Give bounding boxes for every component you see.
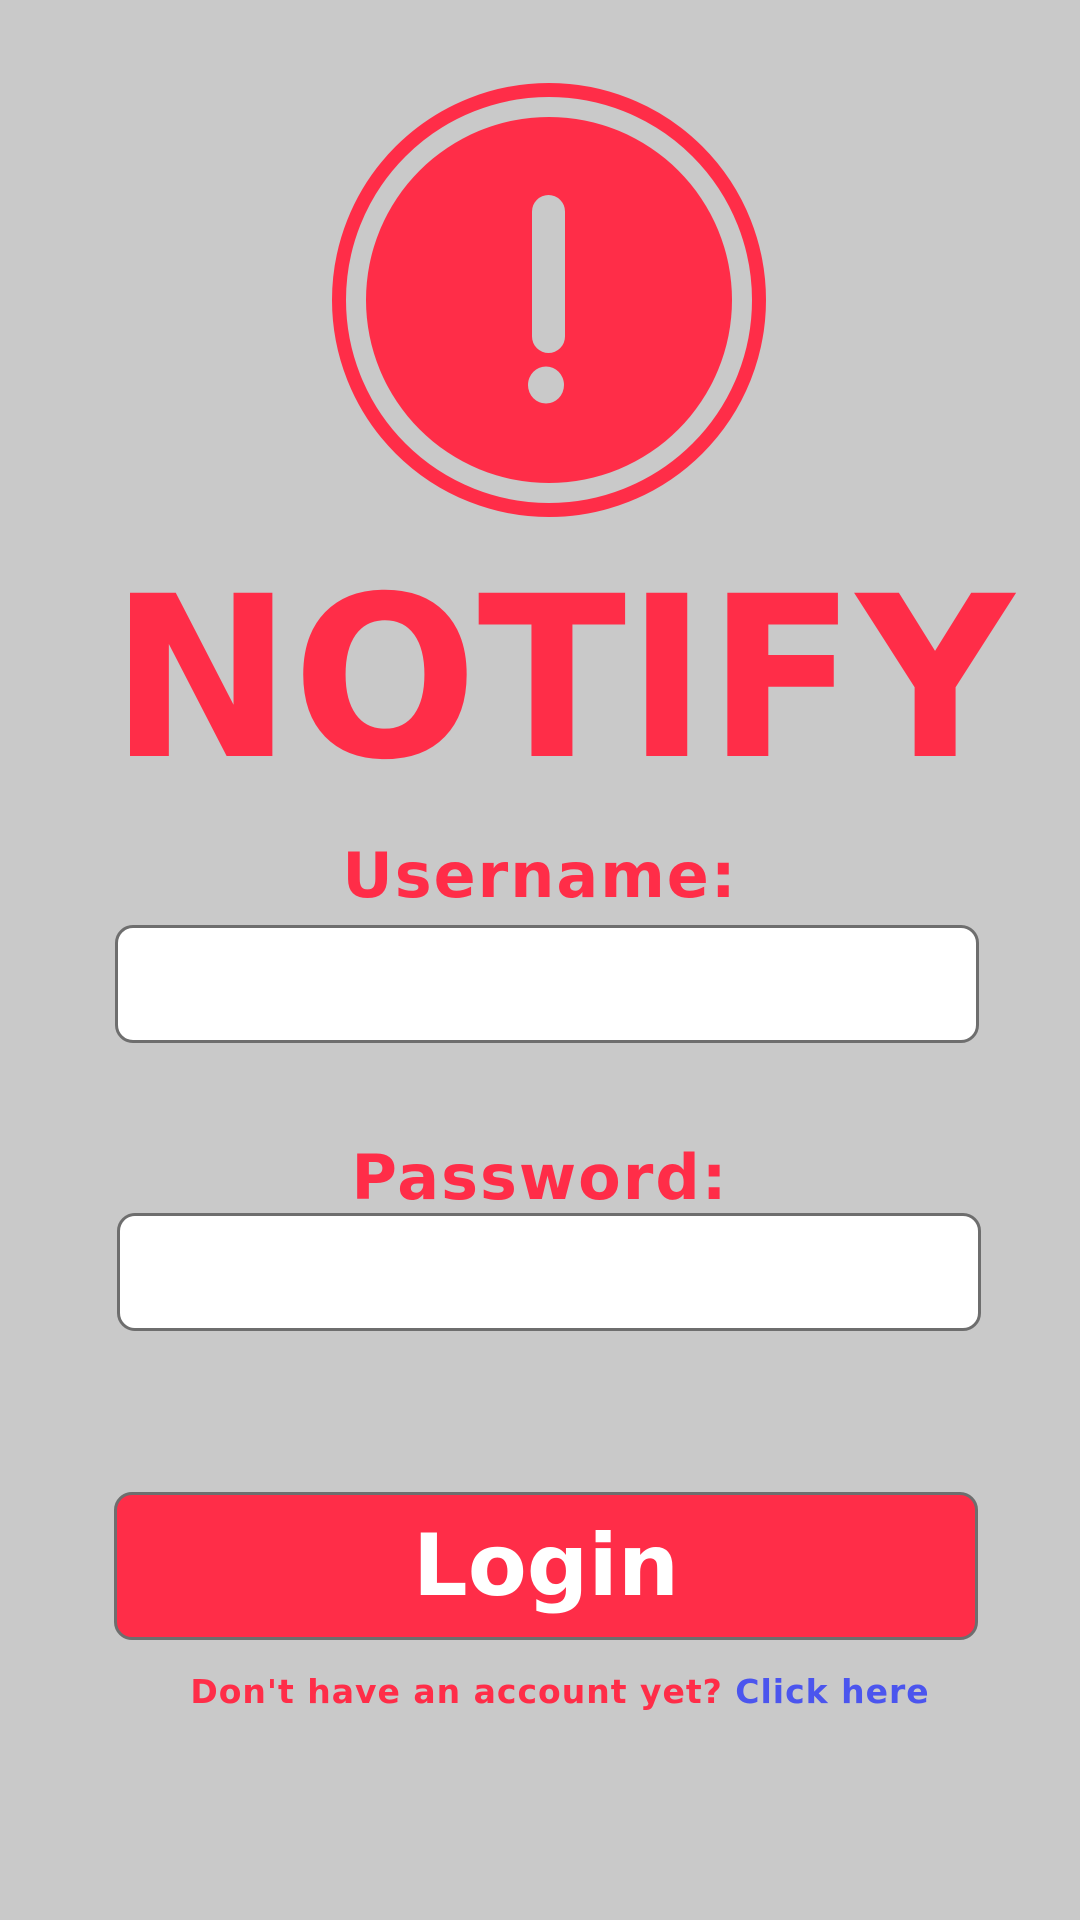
app-title: NOTIFY [110,548,1017,809]
exclamation-circle-icon [332,83,766,517]
username-label: Username: [342,839,738,912]
signup-link[interactable]: Click here [735,1672,929,1711]
signup-prompt: Don't have an account yet? Click here [0,1668,1080,1716]
login-button[interactable]: Login [114,1492,978,1640]
username-input[interactable] [115,925,979,1043]
app-title-text: NOTIFY [110,548,1017,809]
password-input[interactable] [117,1213,981,1331]
signup-prompt-text: Don't have an account yet? [190,1672,736,1711]
password-label: Password: [351,1141,729,1214]
